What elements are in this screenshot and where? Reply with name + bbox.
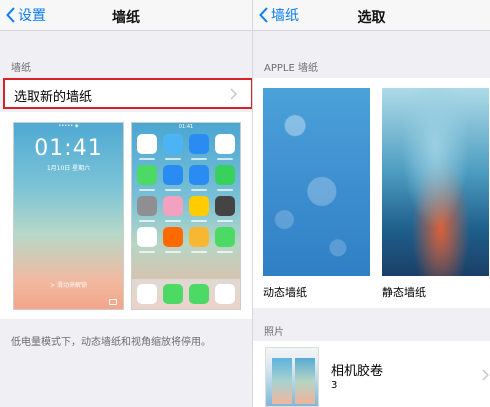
app-icon bbox=[189, 284, 209, 304]
app-icon bbox=[163, 134, 183, 160]
app-icon bbox=[163, 284, 183, 304]
camera-roll-row[interactable]: 相机胶卷 3 bbox=[253, 341, 490, 407]
choose-wallpaper-screen: 墙纸 选取 APPLE 墙纸 动态墙纸 静态墙纸 照片 相机胶卷 3 bbox=[252, 0, 490, 407]
camera-icon bbox=[109, 299, 117, 305]
low-power-note: 低电量模式下，动态墙纸和视角缩放将停用。 bbox=[11, 337, 211, 348]
app-icon bbox=[163, 227, 183, 253]
app-icon bbox=[215, 227, 235, 253]
apple-wallpapers: 动态墙纸 静态墙纸 bbox=[253, 78, 490, 308]
nav-bar: 设置 墙纸 bbox=[0, 0, 252, 31]
app-icon bbox=[189, 165, 209, 191]
lock-screen-preview[interactable]: ••••• ◈ 01:41 1月10日 星期六 > 滑动来解锁 bbox=[13, 122, 124, 310]
screenshot: 设置 墙纸 墙纸 选取新的墙纸 ••••• ◈ 01:41 1月10日 星期六 … bbox=[0, 0, 490, 407]
app-icon bbox=[189, 227, 209, 253]
app-icon bbox=[215, 134, 235, 160]
app-icon bbox=[189, 196, 209, 222]
photos-section-header: 照片 bbox=[264, 327, 284, 338]
home-screen-preview[interactable]: 01:41 bbox=[131, 122, 241, 310]
app-icon-grid bbox=[132, 131, 240, 253]
app-icon bbox=[137, 165, 157, 191]
still-wallpaper-caption[interactable]: 静态墙纸 bbox=[382, 284, 426, 300]
app-icon bbox=[215, 165, 235, 191]
choose-new-wallpaper-row[interactable]: 选取新的墙纸 bbox=[3, 78, 252, 109]
row-label: 选取新的墙纸 bbox=[14, 90, 93, 105]
app-icon bbox=[137, 196, 157, 222]
app-icon bbox=[137, 134, 157, 160]
status-bar: 01:41 bbox=[178, 124, 194, 130]
chevron-right-icon bbox=[482, 369, 489, 381]
album-count: 3 bbox=[331, 380, 338, 391]
album-thumbnail bbox=[265, 347, 319, 407]
nav-bar: 墙纸 选取 bbox=[253, 0, 490, 31]
app-icon bbox=[215, 196, 235, 222]
app-icon bbox=[163, 196, 183, 222]
chevron-right-icon bbox=[230, 88, 237, 100]
wallpaper-settings-screen: 设置 墙纸 墙纸 选取新的墙纸 ••••• ◈ 01:41 1月10日 星期六 … bbox=[0, 0, 252, 407]
app-icon bbox=[215, 284, 235, 304]
lock-date: 1月10日 星期六 bbox=[46, 165, 91, 172]
photo-thumbnail bbox=[295, 358, 315, 404]
dock bbox=[132, 279, 240, 309]
photo-thumbnail bbox=[272, 358, 292, 404]
current-wallpaper-previews: ••••• ◈ 01:41 1月10日 星期六 > 滑动来解锁 01:41 bbox=[0, 112, 252, 319]
lock-time: 01:41 bbox=[34, 136, 103, 161]
dynamic-wallpaper-thumbnail[interactable] bbox=[263, 88, 370, 276]
app-icon bbox=[137, 227, 157, 253]
album-title: 相机胶卷 bbox=[331, 364, 384, 379]
dynamic-wallpaper-caption[interactable]: 动态墙纸 bbox=[263, 284, 307, 300]
slide-to-unlock-text: > 滑动来解锁 bbox=[50, 282, 87, 289]
page-title: 选取 bbox=[357, 10, 386, 26]
status-bar: ••••• ◈ bbox=[58, 123, 79, 129]
section-header: APPLE 墙纸 bbox=[264, 63, 318, 74]
still-wallpaper-thumbnail[interactable] bbox=[382, 88, 489, 276]
app-icon bbox=[137, 284, 157, 304]
app-icon bbox=[163, 165, 183, 191]
page-title: 墙纸 bbox=[112, 10, 140, 26]
dock-icon-grid bbox=[132, 279, 240, 309]
app-icon bbox=[189, 134, 209, 160]
section-header: 墙纸 bbox=[11, 63, 31, 74]
